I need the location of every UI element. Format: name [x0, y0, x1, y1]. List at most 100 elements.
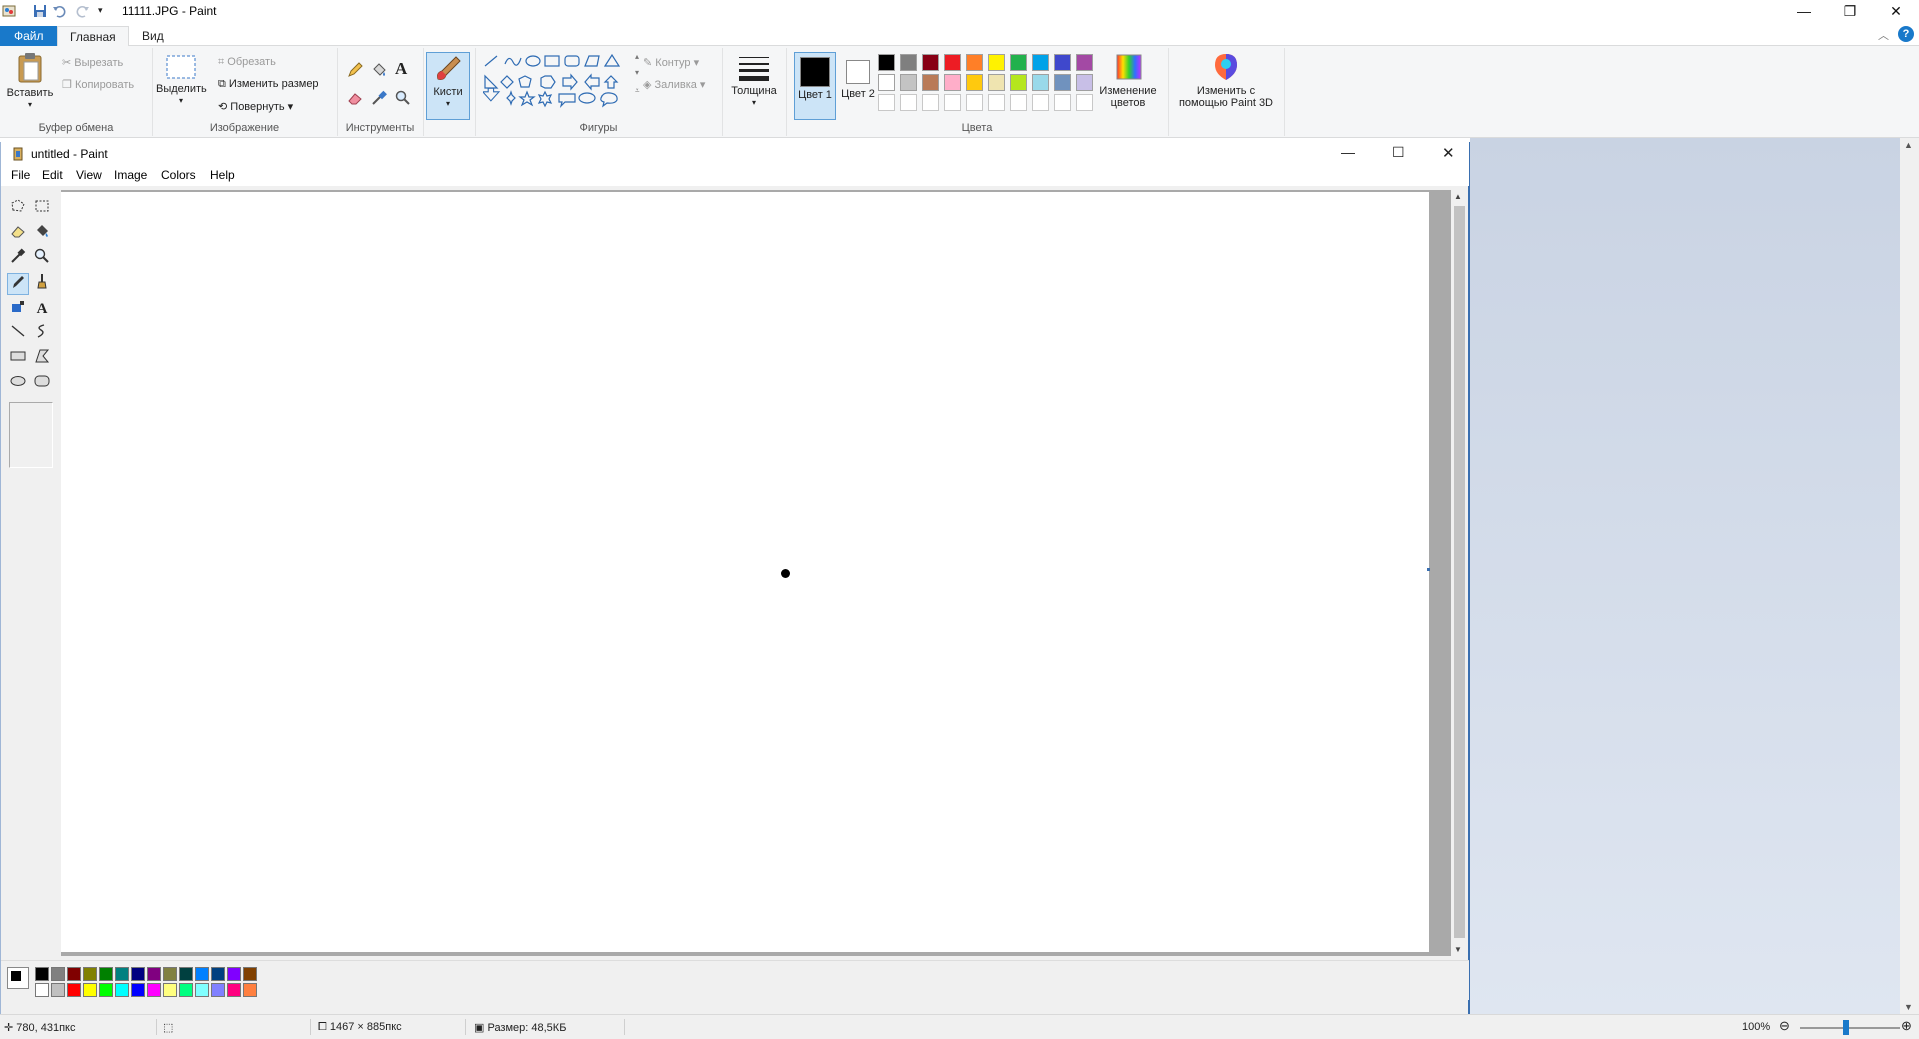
palette-color[interactable]: [227, 967, 241, 981]
color2-button[interactable]: Цвет 2: [838, 52, 878, 118]
custom-color-slot[interactable]: [966, 94, 983, 111]
color-picker-tool-icon[interactable]: [7, 248, 29, 270]
inner-minimize-icon[interactable]: —: [1341, 144, 1355, 160]
menu-help[interactable]: Help: [210, 168, 235, 182]
text-icon[interactable]: A: [395, 59, 407, 79]
menu-image[interactable]: Image: [114, 168, 147, 182]
customize-qat-icon[interactable]: ▾: [98, 5, 112, 19]
zoom-in-icon[interactable]: ⊕: [1901, 1018, 1912, 1034]
custom-color-slot[interactable]: [944, 94, 961, 111]
color-swatch[interactable]: [1032, 54, 1049, 71]
canvas-scroll-up-icon[interactable]: ▲: [1454, 192, 1462, 201]
menu-file[interactable]: File: [11, 168, 30, 182]
restore-icon[interactable]: ❐: [1827, 0, 1873, 24]
palette-color[interactable]: [211, 967, 225, 981]
palette-color[interactable]: [99, 983, 113, 997]
airbrush-tool-icon[interactable]: [7, 298, 29, 320]
palette-color[interactable]: [99, 967, 113, 981]
menu-edit[interactable]: Edit: [42, 168, 63, 182]
palette-color[interactable]: [131, 967, 145, 981]
custom-color-slot[interactable]: [988, 94, 1005, 111]
outline-button[interactable]: ✎ Контур ▾: [643, 56, 699, 69]
color-swatch[interactable]: [944, 54, 961, 71]
palette-color[interactable]: [83, 983, 97, 997]
canvas-vertical-scrollbar[interactable]: ▲ ▼: [1451, 190, 1468, 956]
palette-color[interactable]: [115, 967, 129, 981]
fill-button[interactable]: ◈ Заливка ▾: [643, 78, 705, 91]
fill-tool-icon[interactable]: [31, 223, 53, 245]
palette-color[interactable]: [115, 983, 129, 997]
free-select-icon[interactable]: [7, 198, 29, 220]
palette-color[interactable]: [211, 983, 225, 997]
ellipse-tool-icon[interactable]: [7, 373, 29, 395]
palette-color[interactable]: [51, 967, 65, 981]
crop-button[interactable]: ⌗ Обрезать: [218, 56, 276, 69]
tab-home[interactable]: Главная: [57, 26, 129, 47]
palette-color[interactable]: [67, 967, 81, 981]
palette-color[interactable]: [163, 983, 177, 997]
custom-color-slot[interactable]: [1010, 94, 1027, 111]
palette-color[interactable]: [243, 967, 257, 981]
copy-button[interactable]: ❐ Копировать: [62, 78, 134, 91]
color-swatch[interactable]: [922, 54, 939, 71]
custom-color-slot[interactable]: [922, 94, 939, 111]
magnifier-icon[interactable]: [395, 90, 411, 109]
collapse-ribbon-icon[interactable]: ︿: [1878, 27, 1889, 43]
tool-options-box[interactable]: [9, 402, 53, 468]
custom-color-slot[interactable]: [1054, 94, 1071, 111]
minimize-icon[interactable]: —: [1781, 0, 1827, 24]
eraser-tool-icon[interactable]: [7, 223, 29, 245]
color-swatch[interactable]: [966, 54, 983, 71]
shapes-scroll-up-icon[interactable]: ▴: [635, 52, 639, 61]
menu-view[interactable]: View: [76, 168, 102, 182]
zoom-out-icon[interactable]: ⊖: [1779, 1018, 1790, 1034]
palette-color[interactable]: [195, 967, 209, 981]
palette-color[interactable]: [195, 983, 209, 997]
custom-color-slot[interactable]: [1032, 94, 1049, 111]
palette-color[interactable]: [147, 967, 161, 981]
inner-maximize-icon[interactable]: ☐: [1392, 144, 1405, 161]
custom-color-slot[interactable]: [1076, 94, 1093, 111]
canvas-resize-handle[interactable]: [1427, 568, 1430, 571]
eraser-icon[interactable]: [347, 90, 363, 109]
color-swatch[interactable]: [878, 54, 895, 71]
size-button[interactable]: Толщина ▾: [728, 54, 780, 109]
color-swatch[interactable]: [1010, 74, 1027, 91]
color-swatch[interactable]: [900, 74, 917, 91]
rotate-button[interactable]: ⟲ Повернуть ▾: [218, 100, 293, 113]
canvas-scroll-thumb[interactable]: [1454, 206, 1465, 938]
palette-color[interactable]: [179, 967, 193, 981]
palette-color[interactable]: [163, 967, 177, 981]
palette-color[interactable]: [131, 983, 145, 997]
color-swatch[interactable]: [966, 74, 983, 91]
fill-icon[interactable]: [371, 62, 387, 81]
shapes-scroll-down-icon[interactable]: ▾: [635, 68, 639, 77]
scroll-down-icon[interactable]: ▼: [1904, 1002, 1913, 1012]
color-swatch[interactable]: [1054, 54, 1071, 71]
color-swatch[interactable]: [988, 74, 1005, 91]
cut-button[interactable]: ✂ Вырезать: [62, 56, 123, 69]
palette-color[interactable]: [147, 983, 161, 997]
shapes-more-icon[interactable]: ⩡: [635, 86, 640, 96]
palette-color[interactable]: [179, 983, 193, 997]
palette-color[interactable]: [227, 983, 241, 997]
color-swatch[interactable]: [1054, 74, 1071, 91]
outer-vertical-scrollbar[interactable]: ▲ ▼: [1900, 138, 1919, 1014]
resize-button[interactable]: ⧉ Изменить размер: [218, 78, 319, 91]
paste-button[interactable]: Вставить ▾: [4, 52, 56, 111]
custom-color-slot[interactable]: [900, 94, 917, 111]
curve-tool-icon[interactable]: [31, 323, 53, 345]
polygon-tool-icon[interactable]: [31, 348, 53, 370]
tab-file[interactable]: Файл: [0, 26, 58, 46]
color-swatch[interactable]: [922, 74, 939, 91]
color-swatch[interactable]: [1010, 54, 1027, 71]
palette-color[interactable]: [35, 983, 49, 997]
color-swatch[interactable]: [1032, 74, 1049, 91]
color-swatch[interactable]: [988, 54, 1005, 71]
brushes-button[interactable]: Кисти ▾: [426, 52, 470, 120]
zoom-slider[interactable]: [1800, 1027, 1900, 1029]
brush-tool-icon[interactable]: [31, 273, 53, 295]
palette-color[interactable]: [243, 983, 257, 997]
palette-color[interactable]: [83, 967, 97, 981]
color-swatch[interactable]: [944, 74, 961, 91]
